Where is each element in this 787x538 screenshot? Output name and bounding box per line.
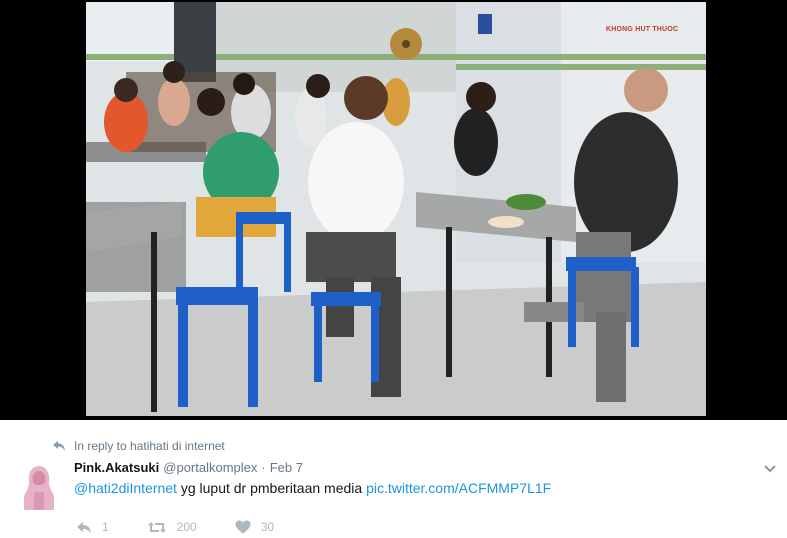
like-button[interactable]: 30 bbox=[235, 520, 274, 534]
tweet-actions: 1 200 30 bbox=[76, 520, 312, 534]
heart-icon bbox=[235, 520, 251, 534]
tweet-photo[interactable]: KHONG HUT THUOC bbox=[86, 2, 706, 416]
retweet-icon bbox=[147, 521, 167, 534]
tweet-header: Pink.Akatsuki @portalkomplex · Feb 7 bbox=[74, 460, 303, 475]
tweet-text: @hati2diInternet yg luput dr pmberitaan … bbox=[74, 480, 551, 496]
reply-icon bbox=[76, 521, 92, 534]
reply-context[interactable]: In reply to hatihati di internet bbox=[52, 439, 225, 453]
media-link[interactable]: pic.twitter.com/ACFMMP7L1F bbox=[366, 480, 551, 496]
tweet[interactable]: In reply to hatihati di internet Pink.Ak… bbox=[0, 420, 787, 538]
author-name[interactable]: Pink.Akatsuki bbox=[74, 460, 159, 475]
chevron-down-icon[interactable] bbox=[763, 461, 777, 473]
like-count: 30 bbox=[260, 520, 275, 534]
reply-count: 1 bbox=[102, 520, 109, 534]
reply-context-text: In reply to hatihati di internet bbox=[74, 439, 225, 453]
media-frame: KHONG HUT THUOC bbox=[0, 0, 787, 420]
tweet-date[interactable]: Feb 7 bbox=[270, 460, 303, 475]
retweet-count: 200 bbox=[176, 520, 197, 534]
mention-link[interactable]: @hati2diInternet bbox=[74, 480, 177, 496]
author-handle[interactable]: @portalkomplex bbox=[163, 460, 257, 475]
reply-arrow-icon bbox=[52, 440, 66, 452]
tweet-body: yg luput dr pmberitaan media bbox=[180, 480, 363, 496]
no-smoking-sign: KHONG HUT THUOC bbox=[606, 26, 679, 33]
avatar[interactable] bbox=[20, 462, 58, 510]
header-separator: · bbox=[261, 460, 266, 475]
retweet-button[interactable]: 200 bbox=[147, 520, 197, 534]
reply-button[interactable]: 1 bbox=[76, 520, 109, 534]
